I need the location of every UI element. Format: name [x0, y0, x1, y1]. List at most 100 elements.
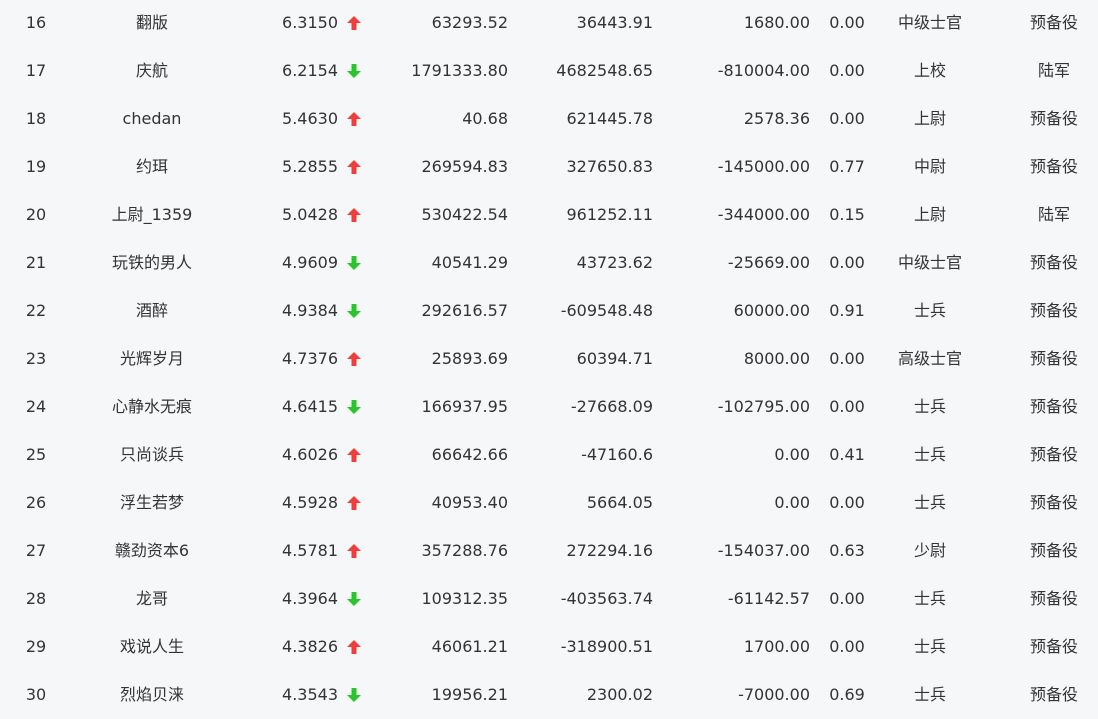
value-cell-2: 43723.62	[576, 253, 653, 272]
value-cell-3: 60000.00	[733, 301, 810, 320]
arrow-down-icon	[346, 575, 362, 623]
table-row[interactable]: 18 chedan 5.4630 40.68 621445.78 2578.36 0.00 上…	[0, 95, 1098, 143]
player-name[interactable]: 烈焰贝涞	[72, 671, 232, 719]
branch-cell: 预备役	[1029, 397, 1078, 416]
military-rank-cell: 士兵	[913, 589, 946, 608]
value-cell-1: 1791333.80	[411, 61, 508, 80]
player-name[interactable]: 赣劲资本6	[72, 527, 232, 575]
military-rank-cell: 士兵	[913, 637, 946, 656]
score-cell: 5.2855	[282, 157, 338, 176]
rank-cell: 24	[25, 397, 47, 416]
table-row[interactable]: 27 赣劲资本6 4.5781 357288.76 272294.16 -154037.0…	[0, 527, 1098, 575]
value-cell-3: 0.00	[774, 445, 810, 464]
table-row[interactable]: 20 上尉_1359 5.0428 530422.54 961252.11 -344000…	[0, 191, 1098, 239]
military-rank-cell: 士兵	[913, 397, 946, 416]
arrow-up-icon	[346, 527, 362, 575]
table-row[interactable]: 29 戏说人生 4.3826 46061.21 -318900.51 1700.00 0.0…	[0, 623, 1098, 671]
player-name[interactable]: 心静水无痕	[72, 383, 232, 431]
ratio-cell: 0.69	[829, 685, 865, 704]
value-cell-2: 961252.11	[566, 205, 653, 224]
rank-cell: 18	[25, 109, 47, 128]
player-name[interactable]: 光辉岁月	[72, 335, 232, 383]
value-cell-1: 40.68	[462, 109, 508, 128]
arrow-down-icon	[346, 239, 362, 287]
table-row[interactable]: 22 酒醉 4.9384 292616.57 -609548.48 60000.00 0.9…	[0, 287, 1098, 335]
value-cell-2: 621445.78	[566, 109, 653, 128]
value-cell-2: 2300.02	[586, 685, 653, 704]
rank-cell: 29	[25, 637, 47, 656]
branch-cell: 预备役	[1029, 685, 1078, 704]
table-row[interactable]: 25 只尚谈兵 4.6026 66642.66 -47160.6 0.00 0.41 士兵 预备…	[0, 431, 1098, 479]
value-cell-3: -25669.00	[727, 253, 810, 272]
branch-cell: 预备役	[1029, 637, 1078, 656]
value-cell-3: 0.00	[774, 493, 810, 512]
arrow-down-icon	[346, 287, 362, 335]
score-cell: 6.2154	[282, 61, 338, 80]
rank-cell: 21	[25, 253, 47, 272]
value-cell-1: 357288.76	[421, 541, 508, 560]
arrow-down-icon	[346, 47, 362, 95]
value-cell-3: 1680.00	[743, 13, 810, 32]
rank-cell: 23	[25, 349, 47, 368]
value-cell-1: 46061.21	[431, 637, 508, 656]
rank-cell: 25	[25, 445, 47, 464]
arrow-up-icon	[346, 0, 362, 47]
branch-cell: 陆军	[1037, 205, 1070, 224]
table-row[interactable]: 28 龙哥 4.3964 109312.35 -403563.74 -61142.57 0.…	[0, 575, 1098, 623]
score-cell: 4.9609	[282, 253, 338, 272]
branch-cell: 预备役	[1029, 109, 1078, 128]
table-row[interactable]: 21 玩铁的男人 4.9609 40541.29 43723.62 -25669.00 0.…	[0, 239, 1098, 287]
military-rank-cell: 士兵	[913, 445, 946, 464]
player-name[interactable]: 酒醉	[72, 287, 232, 335]
player-name[interactable]: 只尚谈兵	[72, 431, 232, 479]
table-row[interactable]: 19 约珥 5.2855 269594.83 327650.83 -145000.00 0.…	[0, 143, 1098, 191]
military-rank-cell: 上尉	[913, 205, 946, 224]
table-row[interactable]: 16 翻版 6.3150 63293.52 36443.91 1680.00 0.00 中级士…	[0, 0, 1098, 47]
military-rank-cell: 中级士官	[897, 253, 962, 272]
table-row[interactable]: 30 烈焰贝涞 4.3543 19956.21 2300.02 -7000.00 0.69 士…	[0, 671, 1098, 719]
table-row[interactable]: 26 浮生若梦 4.5928 40953.40 5664.05 0.00 0.00 士兵 预备役	[0, 479, 1098, 527]
player-name[interactable]: 玩铁的男人	[72, 239, 232, 287]
value-cell-1: 530422.54	[421, 205, 508, 224]
score-cell: 5.4630	[282, 109, 338, 128]
value-cell-2: -27668.09	[570, 397, 653, 416]
ranking-table: 16 翻版 6.3150 63293.52 36443.91 1680.00 0.00 中级士…	[0, 0, 1098, 713]
arrow-down-icon	[346, 671, 362, 719]
ratio-cell: 0.63	[829, 541, 865, 560]
value-cell-1: 40541.29	[431, 253, 508, 272]
branch-cell: 预备役	[1029, 13, 1078, 32]
arrow-up-icon	[346, 623, 362, 671]
arrow-up-icon	[346, 335, 362, 383]
value-cell-1: 25893.69	[431, 349, 508, 368]
player-name[interactable]: 浮生若梦	[72, 479, 232, 527]
player-name[interactable]: 约珥	[72, 143, 232, 191]
table-row[interactable]: 17 庆航 6.2154 1791333.80 4682548.65 -810004.00…	[0, 47, 1098, 95]
value-cell-3: -61142.57	[727, 589, 810, 608]
arrow-down-icon	[346, 383, 362, 431]
military-rank-cell: 士兵	[913, 685, 946, 704]
player-name[interactable]: 翻版	[72, 0, 232, 47]
military-rank-cell: 中尉	[913, 157, 946, 176]
rank-cell: 17	[25, 61, 47, 80]
ratio-cell: 0.00	[829, 493, 865, 512]
table-row[interactable]: 24 心静水无痕 4.6415 166937.95 -27668.09 -102795.0…	[0, 383, 1098, 431]
player-name[interactable]: 上尉_1359	[72, 191, 232, 239]
player-name[interactable]: 庆航	[72, 47, 232, 95]
military-rank-cell: 士兵	[913, 493, 946, 512]
score-cell: 4.6415	[282, 397, 338, 416]
player-name[interactable]: chedan	[72, 95, 232, 143]
score-cell: 5.0428	[282, 205, 338, 224]
value-cell-2: 4682548.65	[556, 61, 653, 80]
score-cell: 4.3826	[282, 637, 338, 656]
rank-cell: 19	[25, 157, 47, 176]
table-row[interactable]: 23 光辉岁月 4.7376 25893.69 60394.71 8000.00 0.00 高…	[0, 335, 1098, 383]
player-name[interactable]: 戏说人生	[72, 623, 232, 671]
player-name[interactable]: 龙哥	[72, 575, 232, 623]
value-cell-3: 1700.00	[743, 637, 810, 656]
value-cell-1: 19956.21	[431, 685, 508, 704]
rank-cell: 28	[25, 589, 47, 608]
ratio-cell: 0.41	[829, 445, 865, 464]
arrow-up-icon	[346, 479, 362, 527]
value-cell-3: -810004.00	[717, 61, 810, 80]
value-cell-2: -47160.6	[581, 445, 653, 464]
